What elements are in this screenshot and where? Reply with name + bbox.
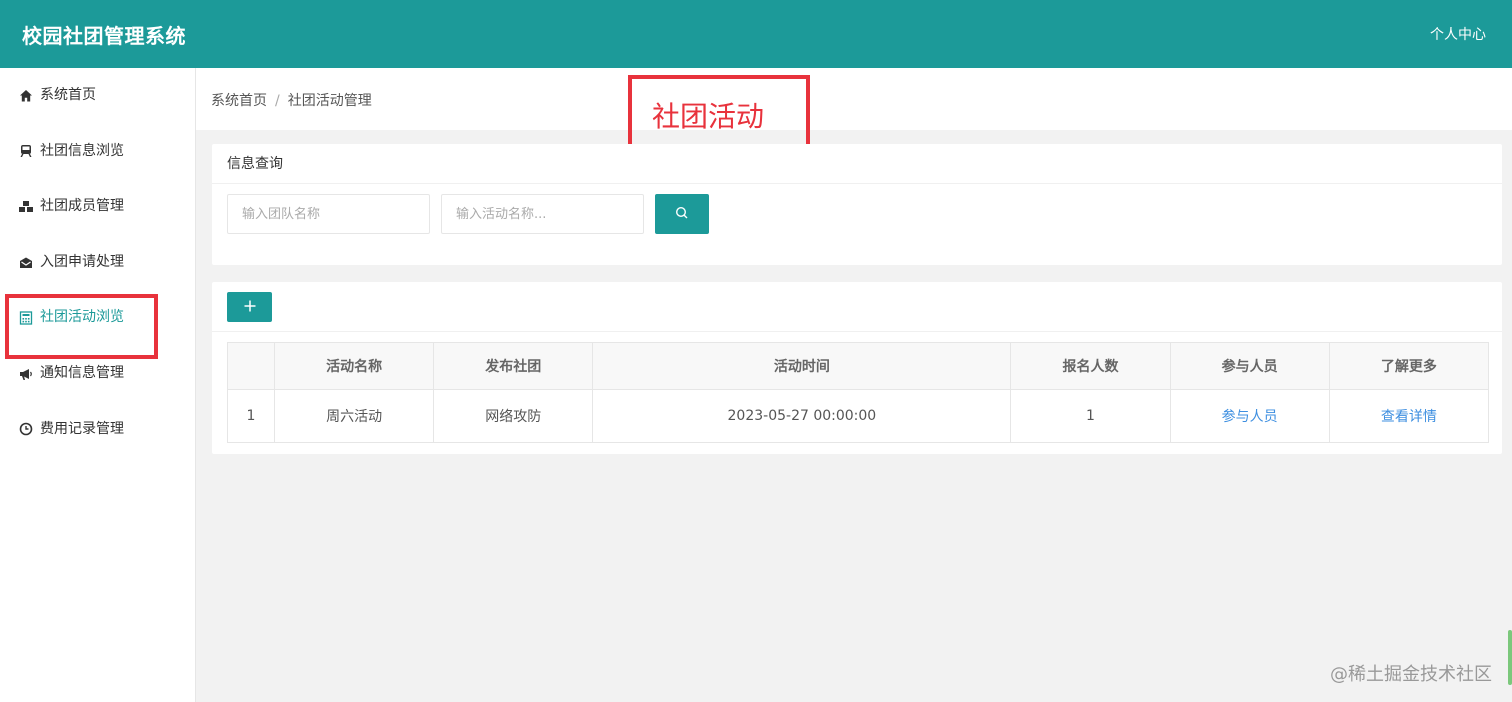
sidebar-item-label: 费用记录管理 bbox=[40, 420, 124, 437]
breadcrumb-current: 社团活动管理 bbox=[287, 93, 372, 109]
sidebar-item-activities[interactable]: 社团活动浏览 bbox=[0, 290, 195, 346]
sidebar-item-home[interactable]: 系统首页 bbox=[0, 68, 195, 124]
breadcrumb: 系统首页 / 社团活动管理 bbox=[211, 90, 372, 110]
column-header-count: 报名人数 bbox=[1010, 342, 1171, 390]
activity-name-input[interactable] bbox=[441, 194, 644, 234]
plus-icon bbox=[243, 299, 257, 316]
clock-icon bbox=[18, 421, 34, 437]
sidebar-item-label: 社团活动浏览 bbox=[40, 309, 124, 326]
train-icon bbox=[18, 143, 34, 159]
add-button[interactable] bbox=[227, 292, 272, 322]
search-icon bbox=[675, 206, 689, 223]
table-toolbar bbox=[212, 282, 1502, 332]
table-row: 1 周六活动 网络攻防 2023-05-27 00:00:00 1 参与人员 查… bbox=[227, 389, 1490, 443]
column-header-more: 了解更多 bbox=[1328, 342, 1490, 390]
sidebar-item-label: 入团申请处理 bbox=[40, 253, 124, 270]
view-details-link[interactable]: 查看详情 bbox=[1381, 409, 1437, 425]
highlight-box-title: 社团活动 bbox=[628, 75, 810, 148]
query-card: 信息查询 bbox=[212, 144, 1502, 265]
watermark: @稀土掘金技术社区 bbox=[1330, 664, 1492, 685]
query-heading: 信息查询 bbox=[212, 144, 1502, 184]
participants-link[interactable]: 参与人员 bbox=[1222, 409, 1278, 425]
table-card: 活动名称 发布社团 活动时间 报名人数 参与人员 了解更多 1 周六活动 网络攻… bbox=[212, 282, 1502, 454]
sidebar-item-applications[interactable]: 入团申请处理 bbox=[0, 235, 195, 291]
sidebar-item-label: 社团成员管理 bbox=[40, 198, 124, 215]
cubes-icon bbox=[18, 199, 34, 215]
cell-details: 查看详情 bbox=[1328, 389, 1490, 443]
activity-table: 活动名称 发布社团 活动时间 报名人数 参与人员 了解更多 1 周六活动 网络攻… bbox=[227, 342, 1490, 443]
top-header: 校园社团管理系统 个人中心 bbox=[0, 0, 1512, 68]
home-icon bbox=[18, 88, 34, 104]
column-header-club: 发布社团 bbox=[433, 342, 594, 390]
breadcrumb-bar: 系统首页 / 社团活动管理 bbox=[196, 68, 1512, 130]
sidebar-item-club-info[interactable]: 社团信息浏览 bbox=[0, 124, 195, 180]
sidebar-item-label: 社团信息浏览 bbox=[40, 142, 124, 159]
annotation-title: 社团活动 bbox=[652, 100, 765, 133]
calculator-icon bbox=[18, 310, 34, 326]
breadcrumb-separator: / bbox=[275, 93, 280, 109]
app-title: 校园社团管理系统 bbox=[22, 24, 186, 48]
breadcrumb-home[interactable]: 系统首页 bbox=[211, 93, 267, 109]
bullhorn-icon bbox=[18, 366, 34, 382]
cell-activity-name: 周六活动 bbox=[273, 389, 435, 443]
sidebar-item-fees[interactable]: 费用记录管理 bbox=[0, 402, 195, 458]
search-button[interactable] bbox=[655, 194, 709, 234]
column-header-index bbox=[227, 342, 275, 390]
sidebar-item-notices[interactable]: 通知信息管理 bbox=[0, 346, 195, 402]
column-header-name: 活动名称 bbox=[273, 342, 435, 390]
sidebar: 系统首页 社团信息浏览 社团成员管理 入团申请处理 社团活动浏览 通知信息管理 bbox=[0, 68, 196, 702]
column-header-time: 活动时间 bbox=[592, 342, 1012, 390]
column-header-participants: 参与人员 bbox=[1169, 342, 1330, 390]
cell-participants: 参与人员 bbox=[1169, 389, 1330, 443]
cell-time: 2023-05-27 00:00:00 bbox=[592, 389, 1012, 443]
user-center-link[interactable]: 个人中心 bbox=[1430, 24, 1486, 44]
team-name-input[interactable] bbox=[227, 194, 430, 234]
cell-index: 1 bbox=[227, 389, 275, 443]
sidebar-item-members[interactable]: 社团成员管理 bbox=[0, 179, 195, 235]
scrollbar[interactable] bbox=[1508, 630, 1512, 685]
table-header-row: 活动名称 发布社团 活动时间 报名人数 参与人员 了解更多 bbox=[227, 342, 1490, 390]
cell-club: 网络攻防 bbox=[433, 389, 594, 443]
envelope-icon bbox=[18, 255, 34, 271]
sidebar-item-label: 系统首页 bbox=[40, 87, 96, 103]
cell-count: 1 bbox=[1010, 389, 1171, 443]
sidebar-item-label: 通知信息管理 bbox=[40, 364, 124, 381]
